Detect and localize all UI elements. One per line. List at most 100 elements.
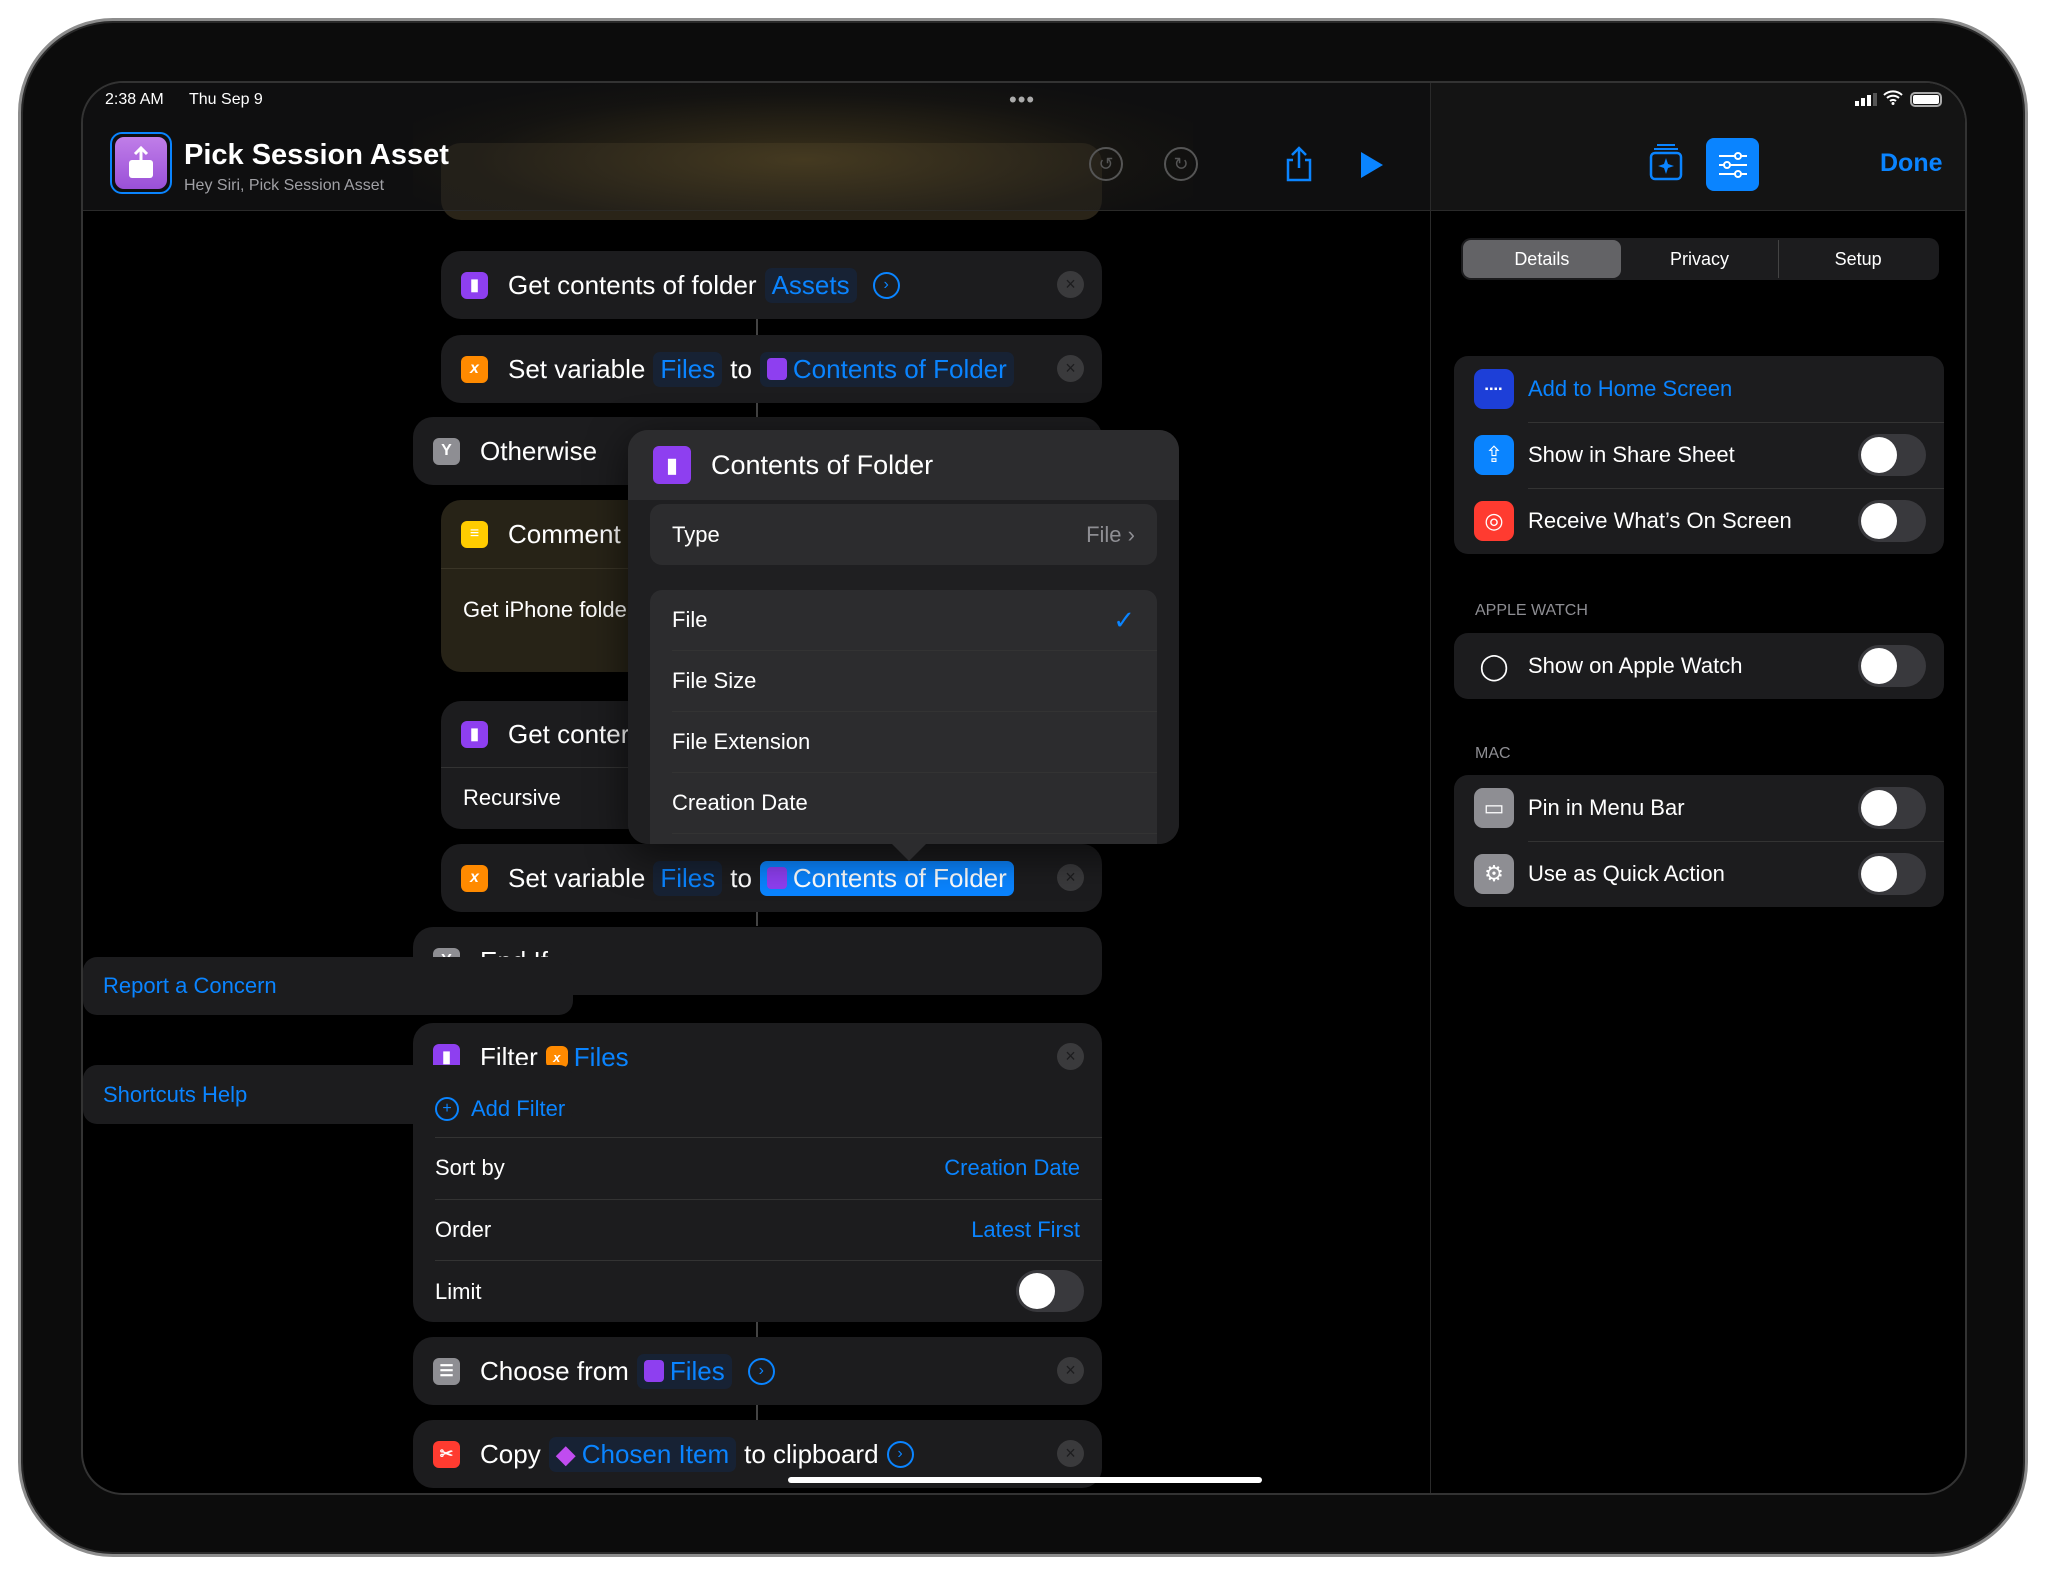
divider: [672, 833, 1157, 834]
folder-token[interactable]: Assets: [764, 267, 857, 303]
add-to-home-screen-button[interactable]: ▪▪▪▪ Add to Home Screen: [1454, 356, 1944, 422]
order-value[interactable]: Latest First: [971, 1217, 1080, 1243]
variable-token[interactable]: Files: [653, 351, 723, 387]
action-label: Choose from: [480, 1355, 629, 1386]
done-button[interactable]: Done: [1880, 149, 1943, 178]
popover-title: Contents of Folder: [711, 449, 934, 480]
chosen-item-token[interactable]: ◆ Chosen Item: [548, 1436, 737, 1472]
option-label: File: [672, 607, 708, 632]
files-token[interactable]: Files: [636, 1353, 732, 1389]
sort-by-row[interactable]: Sort by Creation Date: [413, 1138, 1102, 1198]
action-label: Copy: [480, 1438, 541, 1469]
section-header-mac: MAC: [1475, 745, 1511, 762]
action-set-variable[interactable]: x Set variable Files to Contents of Fold…: [441, 335, 1102, 403]
apple-watch-group: ◯ Show on Apple Watch: [1454, 633, 1944, 699]
undo-icon[interactable]: ↺: [1089, 147, 1123, 181]
variable-icon: x: [461, 864, 488, 892]
action-choose-from[interactable]: ☰ Choose from Files › ×: [413, 1337, 1102, 1405]
shortcut-gallery-icon[interactable]: [1648, 142, 1684, 187]
action-label: Get conter: [508, 718, 630, 749]
file-icon: ▮: [461, 271, 488, 299]
type-label: Type: [672, 521, 720, 547]
type-row[interactable]: Type File ›: [650, 504, 1157, 565]
row-label: Show in Share Sheet: [1528, 442, 1735, 467]
value-token-selected[interactable]: Contents of Folder: [759, 860, 1014, 896]
share-sheet-toggle[interactable]: [1858, 434, 1926, 476]
receive-on-screen-row: ◎ Receive What’s On Screen: [1454, 488, 1944, 554]
expand-chevron-icon[interactable]: ›: [872, 271, 900, 299]
show-in-share-sheet-row: ⇪ Show in Share Sheet: [1454, 422, 1944, 488]
value-token-label: Contents of Folder: [792, 353, 1007, 384]
siri-phrase: Hey Siri, Pick Session Asset: [184, 177, 385, 194]
apple-watch-toggle[interactable]: [1858, 645, 1926, 687]
row-label: Receive What’s On Screen: [1528, 508, 1792, 533]
shortcuts-icon: ◆: [555, 1438, 576, 1469]
action-label: Otherwise: [480, 435, 598, 466]
quick-action-toggle[interactable]: [1858, 853, 1926, 895]
order-row[interactable]: Order Latest First: [413, 1200, 1102, 1260]
to-label: to: [730, 862, 752, 893]
play-icon[interactable]: [1359, 150, 1385, 185]
menu-bar-toggle[interactable]: [1858, 787, 1926, 829]
screen: ▮ Get contents of folder Assets › × x Se…: [81, 81, 1967, 1495]
settings-sliders-button[interactable]: [1706, 138, 1759, 191]
receive-on-screen-toggle[interactable]: [1858, 500, 1926, 542]
connector: [756, 1322, 758, 1338]
option-label: Creation Date: [672, 790, 808, 815]
add-filter-button[interactable]: + Add Filter: [413, 1089, 1102, 1129]
tab-privacy[interactable]: Privacy: [1621, 240, 1780, 278]
tab-setup[interactable]: Setup: [1779, 240, 1937, 278]
pin-in-menu-bar-row: ▭ Pin in Menu Bar: [1454, 775, 1944, 841]
share-options-group: ▪▪▪▪ Add to Home Screen ⇪ Show in Share …: [1454, 356, 1944, 554]
pane-divider: [1430, 83, 1431, 1493]
report-concern-button[interactable]: Report a Concern: [83, 957, 573, 1015]
gear-icon: ⚙: [1474, 854, 1514, 894]
add-filter-label: Add Filter: [471, 1096, 566, 1121]
file-icon: ▮: [461, 720, 488, 748]
action-label: Set variable: [508, 862, 646, 893]
option-file-size[interactable]: File Size: [650, 651, 1157, 711]
tab-details[interactable]: Details: [1463, 240, 1621, 278]
remove-action-icon[interactable]: ×: [1057, 1357, 1084, 1384]
action-label: Set variable: [508, 353, 646, 384]
share-icon[interactable]: [1282, 145, 1316, 188]
limit-toggle[interactable]: [1016, 1270, 1084, 1312]
remove-action-icon[interactable]: ×: [1057, 864, 1084, 891]
menu-bar-icon: ▭: [1474, 788, 1514, 828]
option-file-extension[interactable]: File Extension: [650, 712, 1157, 772]
connector: [756, 403, 758, 417]
to-label: to: [730, 353, 752, 384]
option-creation-date[interactable]: Creation Date: [650, 773, 1157, 833]
files-token-label: Files: [669, 1355, 725, 1386]
remove-action-icon[interactable]: ×: [1057, 355, 1084, 382]
option-label: File Extension: [672, 729, 811, 754]
redo-icon[interactable]: ↻: [1164, 147, 1198, 181]
file-icon: ▮: [653, 446, 691, 484]
plus-icon: +: [435, 1097, 459, 1121]
shortcut-title[interactable]: Pick Session Asset: [184, 139, 449, 172]
value-token-label: Contents of Folder: [792, 862, 1007, 893]
home-screen-icon: ▪▪▪▪: [1474, 369, 1514, 409]
value-token[interactable]: Contents of Folder: [759, 351, 1014, 387]
action-get-contents-of-folder[interactable]: ▮ Get contents of folder Assets › ×: [441, 251, 1102, 319]
remove-action-icon[interactable]: ×: [1057, 271, 1084, 298]
row-label: Shortcuts Help: [103, 1081, 248, 1107]
status-time: 2:38 AM: [105, 91, 164, 108]
action-set-variable-2[interactable]: x Set variable Files to Contents of Fold…: [441, 844, 1102, 912]
sort-by-value[interactable]: Creation Date: [944, 1155, 1080, 1181]
multitasking-dots-icon[interactable]: •••: [1009, 87, 1035, 113]
home-indicator[interactable]: [788, 1477, 1262, 1483]
remove-action-icon[interactable]: ×: [1057, 1043, 1084, 1070]
expand-chevron-icon[interactable]: ›: [886, 1440, 914, 1468]
row-label: Show on Apple Watch: [1528, 653, 1743, 678]
variable-token[interactable]: Files: [653, 860, 723, 896]
screen-capture-icon: ◎: [1474, 501, 1514, 541]
shortcut-app-icon[interactable]: [110, 132, 172, 194]
checkmark-icon: ✓: [1113, 604, 1135, 635]
status-date: Thu Sep 9: [189, 91, 263, 108]
remove-action-icon[interactable]: ×: [1057, 1440, 1084, 1467]
scissors-icon: ✂: [433, 1440, 460, 1468]
limit-label: Limit: [435, 1278, 482, 1304]
expand-chevron-icon[interactable]: ›: [747, 1357, 775, 1385]
option-file[interactable]: File ✓: [650, 590, 1157, 650]
